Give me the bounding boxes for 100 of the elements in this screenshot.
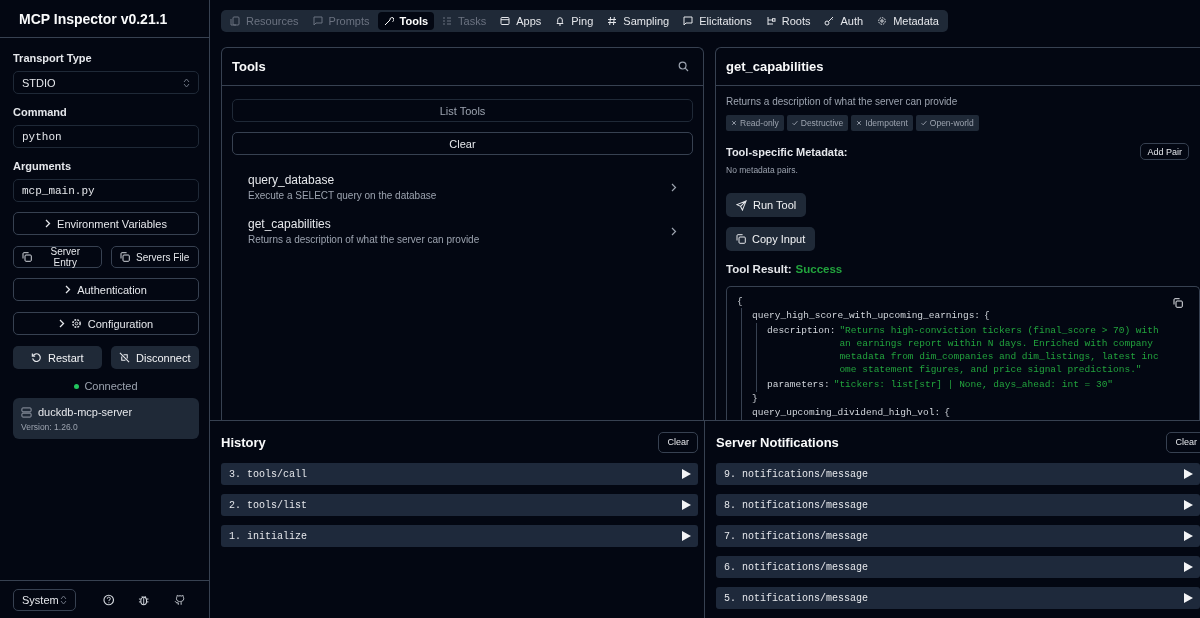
code-brace: { bbox=[737, 295, 743, 308]
annotation-badge: Open-world bbox=[915, 115, 979, 131]
metadata-empty-text: No metadata pairs. bbox=[726, 165, 798, 175]
result-status: Success bbox=[795, 263, 843, 275]
tool-item[interactable]: query_database Execute a SELECT query on the database bbox=[232, 169, 693, 205]
github-icon[interactable] bbox=[173, 593, 185, 606]
code-brace: } bbox=[752, 392, 758, 405]
play-icon bbox=[1184, 531, 1193, 541]
gear-icon bbox=[70, 318, 82, 329]
theme-select[interactable]: System bbox=[13, 588, 76, 611]
tab[interactable]: Metadata bbox=[871, 12, 945, 30]
tab[interactable]: Elicitations bbox=[677, 12, 758, 30]
chevron-icon bbox=[65, 285, 72, 294]
code-brace: { bbox=[984, 309, 990, 322]
gear-icon bbox=[877, 16, 888, 26]
notification-item[interactable]: 8. notifications/message bbox=[716, 494, 1200, 516]
configuration-button[interactable]: Configuration bbox=[13, 312, 199, 335]
panel-title: Tools bbox=[232, 59, 266, 74]
environment-variables-button[interactable]: Environment Variables bbox=[13, 212, 199, 235]
sort-icon bbox=[59, 594, 67, 605]
field-label: Command bbox=[13, 106, 68, 118]
panel-title: get_capabilities bbox=[726, 59, 824, 74]
tool-description: Returns a description of what the server can provide bbox=[726, 96, 958, 107]
annotation-badge: Idempotent bbox=[851, 115, 913, 131]
tab[interactable]: Ping bbox=[549, 12, 600, 30]
bug-icon[interactable] bbox=[138, 593, 150, 606]
tool-item[interactable]: get_capabilities Returns a description of what the server can provide bbox=[232, 213, 693, 249]
field-label: Transport Type bbox=[13, 52, 93, 64]
result-label: Tool Result: bbox=[726, 263, 792, 275]
sort-icon bbox=[183, 77, 190, 88]
copy-config-button[interactable]: Servers File bbox=[110, 246, 199, 268]
annotation-badge: Destructive bbox=[786, 115, 849, 131]
tree-icon bbox=[765, 16, 776, 26]
notification-item[interactable]: 6. notifications/message bbox=[716, 556, 1200, 578]
copy-icon bbox=[120, 252, 131, 262]
play-icon bbox=[1184, 593, 1193, 603]
add-pair-button[interactable]: Add Pair bbox=[1140, 143, 1189, 160]
annotation-badge: Read-only bbox=[726, 115, 784, 131]
bell-icon bbox=[555, 16, 566, 26]
list-icon bbox=[442, 16, 453, 26]
notification-item[interactable]: 9. notifications/message bbox=[716, 463, 1200, 485]
history-item[interactable]: 1. initialize bbox=[221, 525, 698, 547]
command-field[interactable]: python bbox=[13, 125, 199, 148]
copy-icon[interactable] bbox=[1173, 298, 1183, 308]
copy-config-button[interactable]: Server Entry bbox=[13, 246, 102, 268]
clear-button[interactable]: Clear bbox=[1166, 431, 1200, 453]
copy-icon bbox=[736, 234, 746, 244]
play-icon bbox=[682, 469, 691, 479]
transport-select[interactable]: STDIO bbox=[13, 71, 199, 94]
search-icon[interactable] bbox=[678, 61, 689, 72]
app-title: MCP Inspector v0.21.1 bbox=[19, 10, 168, 27]
play-icon bbox=[1184, 469, 1193, 479]
notification-item[interactable]: 7. notifications/message bbox=[716, 525, 1200, 547]
connection-status: Connected bbox=[84, 380, 138, 392]
play-icon bbox=[1184, 562, 1193, 572]
server-name: duckdb-mcp-server bbox=[38, 406, 133, 418]
panel-title: Server Notifications bbox=[716, 434, 839, 450]
history-item[interactable]: 3. tools/call bbox=[221, 463, 698, 485]
play-icon bbox=[1184, 500, 1193, 510]
restart-button[interactable]: Restart bbox=[13, 346, 102, 369]
chat-icon bbox=[683, 16, 694, 26]
tab[interactable]: Auth bbox=[818, 12, 870, 30]
server-icon bbox=[21, 406, 32, 418]
play-icon bbox=[682, 531, 691, 541]
restart-icon bbox=[31, 352, 42, 363]
clear-button[interactable]: Clear bbox=[658, 431, 698, 453]
chat-icon bbox=[312, 16, 323, 26]
code-key: parameters: bbox=[767, 378, 830, 391]
code-string: "Returns high-conviction tickers (final_score > 70) with an earnings report within N days. Enriched with company metadata from dim_companies and dim_listings, latest income statement figures, and price signal predictions." bbox=[839, 324, 1159, 376]
chevron-icon bbox=[58, 319, 65, 328]
authentication-button[interactable]: Authentication bbox=[13, 278, 199, 301]
chevron-icon bbox=[671, 182, 677, 192]
chevron-icon bbox=[45, 219, 52, 228]
file-icon bbox=[230, 16, 240, 26]
tab[interactable]: Tools bbox=[377, 12, 435, 30]
code-brace: { bbox=[944, 406, 950, 419]
code-key: query_upcoming_dividend_high_vol: bbox=[752, 406, 941, 419]
code-string: "tickers: list[str] | None, days_ahead: int = 30" bbox=[833, 378, 1115, 391]
run-tool-button[interactable]: Run Tool bbox=[726, 193, 807, 217]
code-key: query_high_score_with_upcoming_earnings: bbox=[752, 309, 981, 322]
tab[interactable]: Apps bbox=[494, 12, 548, 30]
send-icon bbox=[736, 199, 747, 211]
notification-item[interactable]: 5. notifications/message bbox=[716, 587, 1200, 609]
copy-icon bbox=[22, 252, 32, 262]
arguments-field[interactable]: mcp_main.py bbox=[13, 179, 199, 202]
chevron-icon bbox=[671, 226, 677, 236]
code-key: description: bbox=[767, 324, 836, 337]
window-icon bbox=[500, 16, 511, 26]
history-item[interactable]: 2. tools/list bbox=[221, 494, 698, 516]
help-icon[interactable] bbox=[102, 593, 115, 606]
tab[interactable]: Sampling bbox=[601, 12, 676, 30]
field-label: Arguments bbox=[13, 160, 73, 172]
copy-input-button[interactable]: Copy Input bbox=[726, 227, 816, 251]
disconnect-button[interactable]: Disconnect bbox=[110, 346, 199, 369]
clear-button[interactable]: Clear bbox=[232, 132, 693, 155]
metadata-heading: Tool-specific Metadata: bbox=[726, 145, 848, 158]
hash-icon bbox=[607, 16, 618, 26]
play-icon bbox=[682, 500, 691, 510]
tab[interactable]: Roots bbox=[759, 12, 817, 30]
unplug-icon bbox=[119, 352, 131, 363]
